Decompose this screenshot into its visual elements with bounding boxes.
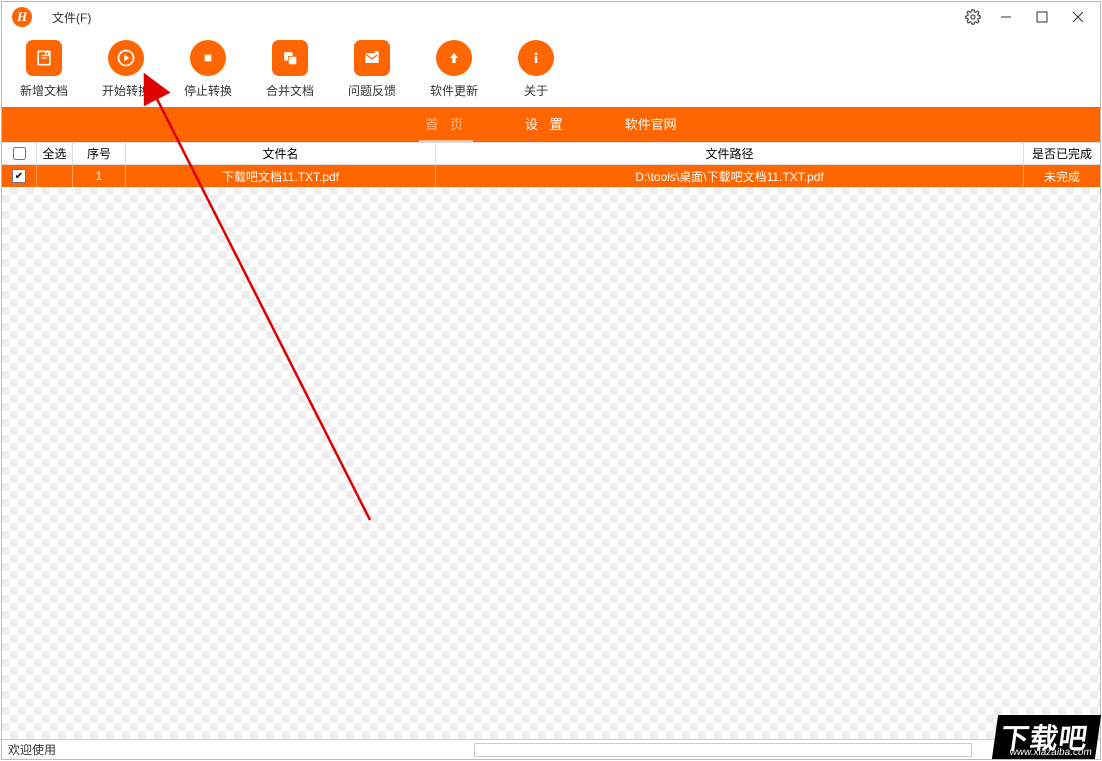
- new-doc-button[interactable]: 新增文档: [18, 40, 70, 99]
- progress-bar: [474, 743, 972, 757]
- stop-convert-button[interactable]: 停止转换: [182, 40, 234, 99]
- row-num: 1: [73, 165, 126, 187]
- select-all-checkbox[interactable]: [13, 147, 26, 160]
- minimize-button[interactable]: [988, 2, 1024, 32]
- new-doc-icon: [26, 40, 62, 76]
- main-toolbar: 新增文档 开始转换 停止转换 合并文档 问题反馈 软件更新 关于: [2, 32, 1100, 107]
- feedback-icon: [354, 40, 390, 76]
- close-button[interactable]: [1060, 2, 1096, 32]
- settings-gear-icon[interactable]: [958, 2, 988, 32]
- row-filename: 下载吧文档11.TXT.pdf: [126, 165, 436, 187]
- info-icon: [518, 40, 554, 76]
- about-button[interactable]: 关于: [510, 40, 562, 99]
- row-blank: [37, 165, 73, 187]
- row-filepath: D:\tools\桌面\下载吧文档11.TXT.pdf: [436, 165, 1024, 187]
- title-bar: H 文件(F): [2, 2, 1100, 32]
- header-select-all[interactable]: 全选: [37, 143, 73, 164]
- row-status: 未完成: [1024, 165, 1100, 187]
- status-welcome: 欢迎使用: [8, 741, 56, 758]
- window-controls: [958, 2, 1096, 32]
- row-checkbox-cell: [2, 165, 37, 187]
- header-checkbox-cell: [2, 143, 37, 164]
- app-logo-icon: H: [12, 7, 32, 27]
- empty-content-area: [2, 187, 1100, 739]
- stop-icon: [190, 40, 226, 76]
- header-num: 序号: [73, 143, 126, 164]
- table-header: 全选 序号 文件名 文件路径 是否已完成: [2, 142, 1100, 165]
- about-label: 关于: [524, 82, 548, 99]
- status-bar: 欢迎使用: [2, 739, 1100, 759]
- tab-official-site[interactable]: 软件官网: [619, 107, 683, 142]
- update-label: 软件更新: [430, 82, 478, 99]
- update-icon: [436, 40, 472, 76]
- row-checkbox[interactable]: [12, 169, 26, 183]
- merge-icon: [272, 40, 308, 76]
- start-convert-button[interactable]: 开始转换: [100, 40, 152, 99]
- feedback-button[interactable]: 问题反馈: [346, 40, 398, 99]
- new-doc-label: 新增文档: [20, 82, 68, 99]
- table-row[interactable]: 1 下载吧文档11.TXT.pdf D:\tools\桌面\下载吧文档11.TX…: [2, 165, 1100, 187]
- update-button[interactable]: 软件更新: [428, 40, 480, 99]
- maximize-button[interactable]: [1024, 2, 1060, 32]
- start-convert-label: 开始转换: [102, 82, 150, 99]
- tab-settings[interactable]: 设 置: [519, 107, 573, 142]
- file-menu[interactable]: 文件(F): [52, 9, 91, 26]
- header-status: 是否已完成: [1024, 143, 1100, 164]
- header-filename: 文件名: [126, 143, 436, 164]
- tab-home[interactable]: 首 页: [419, 107, 473, 142]
- stop-convert-label: 停止转换: [184, 82, 232, 99]
- play-icon: [108, 40, 144, 76]
- merge-doc-button[interactable]: 合并文档: [264, 40, 316, 99]
- feedback-label: 问题反馈: [348, 82, 396, 99]
- tab-bar: 首 页 设 置 软件官网: [2, 107, 1100, 142]
- merge-doc-label: 合并文档: [266, 82, 314, 99]
- header-filepath: 文件路径: [436, 143, 1024, 164]
- app-window: H 文件(F) 新增文档 开始转换 停止转换 合并文档: [1, 1, 1101, 760]
